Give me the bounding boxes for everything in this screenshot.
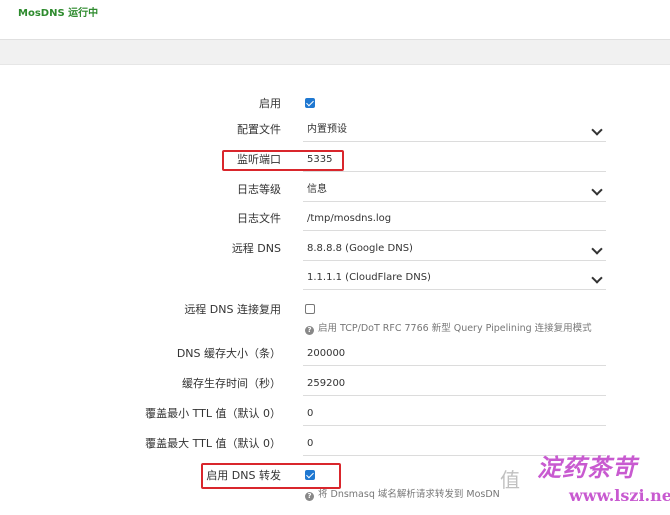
watermark-script: 淀药茶苛 (537, 453, 637, 482)
help-icon: ? (305, 492, 314, 501)
dns-forward-help: ? 将 Dnsmasq 域名解析请求转发到 MosDN (305, 488, 500, 502)
enable-row: 启用 (0, 92, 670, 116)
cache-ttl-value: 259200 (307, 378, 346, 389)
remote-reuse-help-text: 启用 TCP/DoT RFC 7766 新型 Query Pipelining … (318, 323, 592, 334)
service-status: MosDNS 运行中 (18, 8, 99, 19)
watermark-logo: 值 (500, 468, 520, 492)
log-level-select[interactable]: 信息 (303, 178, 606, 202)
remote-dns-value-2: 1.1.1.1 (CloudFlare DNS) (307, 272, 431, 283)
log-level-value: 信息 (307, 184, 327, 195)
config-file-select[interactable]: 内置预设 (303, 118, 606, 142)
cache-ttl-label: 缓存生存时间（秒） (182, 377, 281, 390)
log-level-label: 日志等级 (237, 183, 281, 196)
log-file-label: 日志文件 (237, 212, 281, 225)
remote-dns-label: 远程 DNS (231, 242, 281, 255)
config-file-row: 配置文件 内置预设 (0, 118, 670, 142)
chevron-down-icon (586, 266, 606, 289)
remote-reuse-checkbox[interactable] (305, 304, 315, 314)
min-ttl-label: 覆盖最小 TTL 值（默认 0） (145, 407, 281, 420)
chevron-down-icon (586, 237, 606, 260)
cache-size-value: 200000 (307, 348, 346, 359)
enable-checkbox[interactable] (305, 98, 315, 108)
remote-dns-select-1[interactable]: 8.8.8.8 (Google DNS) (303, 237, 606, 261)
cache-size-row: DNS 缓存大小（条） 200000 (0, 342, 670, 366)
cache-size-label: DNS 缓存大小（条） (176, 347, 281, 360)
remote-dns-row: 远程 DNS 8.8.8.8 (Google DNS) (0, 237, 670, 261)
cache-ttl-row: 缓存生存时间（秒） 259200 (0, 372, 670, 396)
config-file-value: 内置预设 (307, 124, 347, 135)
config-file-label: 配置文件 (237, 123, 281, 136)
highlight-box-listen-port (222, 150, 344, 171)
cache-size-input[interactable]: 200000 (303, 342, 606, 366)
max-ttl-value: 0 (307, 438, 314, 449)
enable-label: 启用 (259, 97, 281, 110)
help-icon: ? (305, 326, 314, 335)
remote-reuse-help: ? 启用 TCP/DoT RFC 7766 新型 Query Pipelining… (305, 322, 592, 336)
chevron-down-icon (586, 118, 606, 141)
watermark: 淀药茶苛 www.lszi.net (533, 426, 670, 512)
remote-reuse-label: 远程 DNS 连接复用 (184, 303, 281, 316)
highlight-box-dns-forward (201, 463, 341, 489)
watermark-url: www.lszi.net (569, 486, 670, 505)
chevron-down-icon (586, 178, 606, 201)
log-level-row: 日志等级 信息 (0, 178, 670, 202)
max-ttl-label: 覆盖最大 TTL 值（默认 0） (145, 437, 281, 450)
dns-forward-help-text: 将 Dnsmasq 域名解析请求转发到 MosDN (318, 489, 500, 500)
remote-dns-value-1: 8.8.8.8 (Google DNS) (307, 243, 413, 254)
listen-port-input[interactable]: 5335 (303, 148, 606, 172)
cache-ttl-input[interactable]: 259200 (303, 372, 606, 396)
log-file-row: 日志文件 /tmp/mosdns.log (0, 207, 670, 231)
log-file-value: /tmp/mosdns.log (307, 213, 392, 224)
tab-bar (0, 39, 670, 65)
remote-dns-select-2[interactable]: 1.1.1.1 (CloudFlare DNS) (303, 266, 606, 290)
remote-dns-row-2: 1.1.1.1 (CloudFlare DNS) (0, 266, 670, 290)
min-ttl-input[interactable]: 0 (303, 402, 606, 426)
remote-reuse-row: 远程 DNS 连接复用 (0, 298, 670, 322)
min-ttl-value: 0 (307, 408, 314, 419)
log-file-input[interactable]: /tmp/mosdns.log (303, 207, 606, 231)
min-ttl-row: 覆盖最小 TTL 值（默认 0） 0 (0, 402, 670, 426)
